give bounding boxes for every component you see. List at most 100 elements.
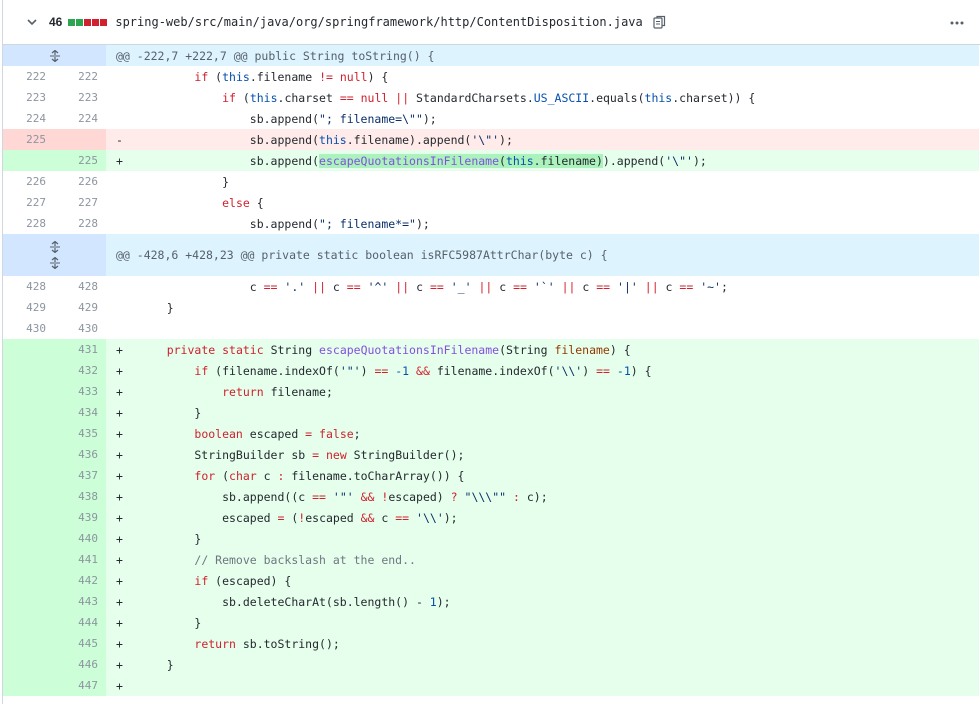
diff-file: 46 spring-web/src/main/java/org/springfr… — [2, 0, 980, 704]
new-line-number[interactable]: 438 — [54, 486, 106, 507]
diff-sign: + — [116, 447, 123, 462]
old-line-number[interactable]: 428 — [3, 276, 54, 297]
copy-icon[interactable] — [653, 15, 667, 29]
added-line: 440 + } — [3, 528, 979, 549]
added-line: 436 + StringBuilder sb = new StringBuilde… — [3, 444, 979, 465]
diff-sign: + — [116, 405, 123, 420]
new-line-number[interactable]: 430 — [54, 318, 106, 339]
hunk-header: @@ -222,7 +222,7 @@ public String toStri… — [3, 45, 979, 66]
new-line-number[interactable]: 436 — [54, 444, 106, 465]
expand-down-icon[interactable] — [48, 256, 62, 270]
new-line-number[interactable]: 429 — [54, 297, 106, 318]
diff-sign — [106, 70, 139, 84]
old-line-number[interactable] — [3, 528, 54, 549]
code-text: sb.append(this.filename).append('\"'); — [139, 132, 513, 147]
code-text: } — [139, 174, 230, 189]
old-line-number[interactable]: 224 — [3, 108, 54, 129]
new-line-number[interactable]: 224 — [54, 108, 106, 129]
diff-sign — [106, 175, 139, 189]
old-line-number[interactable] — [3, 570, 54, 591]
old-line-number[interactable] — [3, 654, 54, 675]
old-line-number[interactable] — [3, 423, 54, 444]
code-text: if (escaped) { — [194, 573, 292, 588]
added-line: 444 + } — [3, 612, 979, 633]
more-options-icon[interactable] — [948, 14, 966, 32]
old-line-number[interactable] — [3, 612, 54, 633]
old-line-number[interactable] — [3, 486, 54, 507]
diff-sign: + — [116, 636, 123, 651]
new-line-number[interactable] — [54, 129, 106, 150]
diff-sign: + — [116, 426, 123, 441]
old-line-number[interactable] — [3, 360, 54, 381]
diffstat-block — [100, 18, 108, 26]
new-line-number[interactable]: 222 — [54, 66, 106, 87]
old-line-number[interactable] — [3, 402, 54, 423]
new-line-number[interactable]: 433 — [54, 381, 106, 402]
file-path[interactable]: spring-web/src/main/java/org/springframe… — [115, 15, 642, 29]
new-line-number[interactable]: 439 — [54, 507, 106, 528]
old-line-number[interactable]: 227 — [3, 192, 54, 213]
diff-sign — [106, 217, 139, 231]
old-line-number[interactable] — [3, 444, 54, 465]
new-line-number[interactable]: 441 — [54, 549, 106, 570]
expand-up-icon[interactable] — [48, 49, 62, 63]
new-line-number[interactable]: 442 — [54, 570, 106, 591]
new-line-number[interactable]: 435 — [54, 423, 106, 444]
old-line-number[interactable] — [3, 150, 54, 171]
new-line-number[interactable]: 447 — [54, 675, 106, 696]
diffstat-block — [84, 18, 92, 26]
old-line-number[interactable] — [3, 507, 54, 528]
code-text: escaped = (!escaped && c == '\\'); — [139, 510, 458, 525]
deleted-line: 225 - sb.append(this.filename).append('\"… — [3, 129, 979, 150]
old-line-number[interactable] — [3, 339, 54, 360]
changes-count: 46 — [49, 15, 63, 29]
new-line-number[interactable]: 228 — [54, 213, 106, 234]
new-line-number[interactable]: 432 — [54, 360, 106, 381]
code-text: if (this.filename != null) { — [194, 69, 389, 84]
old-line-number[interactable]: 222 — [3, 66, 54, 87]
new-line-number[interactable]: 443 — [54, 591, 106, 612]
old-line-number[interactable] — [3, 465, 54, 486]
new-line-number[interactable]: 227 — [54, 192, 106, 213]
old-line-number[interactable]: 430 — [3, 318, 54, 339]
code-text: sb.append("; filename*="); — [139, 216, 430, 231]
new-line-number[interactable]: 446 — [54, 654, 106, 675]
new-line-number[interactable]: 445 — [54, 633, 106, 654]
code-text: } — [139, 531, 202, 546]
old-line-number[interactable] — [3, 591, 54, 612]
diff-sign: + — [116, 153, 123, 168]
old-line-number[interactable]: 226 — [3, 171, 54, 192]
context-line: 226 226 } — [3, 171, 979, 192]
old-line-number[interactable]: 225 — [3, 129, 54, 150]
new-line-number[interactable]: 431 — [54, 339, 106, 360]
old-line-number[interactable]: 223 — [3, 87, 54, 108]
hunk-expander — [3, 45, 106, 66]
expand-up-icon[interactable] — [48, 240, 62, 254]
new-line-number[interactable]: 226 — [54, 171, 106, 192]
diff-sign: + — [116, 489, 123, 504]
diff-sign — [106, 91, 139, 105]
new-line-number[interactable]: 437 — [54, 465, 106, 486]
hunk-header: @@ -428,6 +428,23 @@ private static bool… — [3, 234, 979, 276]
old-line-number[interactable] — [3, 381, 54, 402]
new-line-number[interactable]: 440 — [54, 528, 106, 549]
old-line-number[interactable] — [3, 549, 54, 570]
code-text: if (filename.indexOf('"') == -1 && filen… — [194, 363, 652, 378]
new-line-number[interactable]: 444 — [54, 612, 106, 633]
new-line-number[interactable]: 428 — [54, 276, 106, 297]
diff-sign: + — [116, 594, 123, 609]
diff-sign — [106, 322, 139, 336]
new-line-number[interactable]: 225 — [54, 150, 106, 171]
old-line-number[interactable]: 228 — [3, 213, 54, 234]
added-line: 438 + sb.append((c == '"' && !escaped) ? … — [3, 486, 979, 507]
diffstat-block — [68, 18, 76, 26]
old-line-number[interactable] — [3, 633, 54, 654]
new-line-number[interactable]: 434 — [54, 402, 106, 423]
chevron-down-icon[interactable] — [25, 15, 39, 29]
old-line-number[interactable]: 429 — [3, 297, 54, 318]
diffstat-block — [76, 18, 84, 26]
diff-sign: + — [116, 657, 123, 672]
diffstat — [68, 18, 108, 26]
old-line-number[interactable] — [3, 675, 54, 696]
new-line-number[interactable]: 223 — [54, 87, 106, 108]
